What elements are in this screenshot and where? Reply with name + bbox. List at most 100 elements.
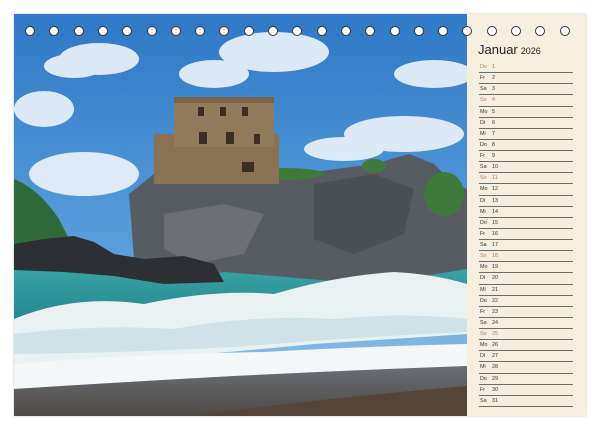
month-name: Januar <box>478 42 518 57</box>
weekday-label: Mi <box>480 364 486 371</box>
day-row: So 11 <box>479 173 573 185</box>
weekday-label: Fr <box>480 386 486 393</box>
day-number: 23 <box>492 308 498 315</box>
day-number: 18 <box>492 253 498 260</box>
binding-ring-icon <box>122 26 133 36</box>
month-year: 2026 <box>520 46 541 56</box>
binding-ring-icon <box>559 26 570 36</box>
weekday-label: So <box>480 331 487 338</box>
day-number: 27 <box>492 353 498 360</box>
month-header: Januar 2026 <box>478 41 582 59</box>
binding-ring-icon <box>170 26 181 36</box>
binding-ring-icon <box>195 26 206 36</box>
binding-ring-icon <box>268 26 278 36</box>
weekday-label: Do <box>480 219 487 226</box>
day-number: 2 <box>492 75 495 82</box>
weekday-label: Di <box>480 275 486 282</box>
weekday-label: Di <box>480 197 486 204</box>
day-number: 12 <box>492 186 498 193</box>
day-number: 17 <box>492 242 498 249</box>
binding-ring-icon <box>535 26 546 36</box>
landscape-illustration <box>14 14 467 416</box>
day-row: Mi 28 <box>479 362 573 374</box>
weekday-label: Mo <box>480 342 488 349</box>
weekday-label: Mi <box>480 208 486 215</box>
weekday-label: Mo <box>480 264 488 271</box>
day-number: 21 <box>492 286 498 293</box>
day-row: Di 13 <box>479 196 573 207</box>
weekday-label: Di <box>480 353 486 360</box>
weekday-label: Fr <box>480 153 486 160</box>
day-row: Do 1 <box>479 62 573 74</box>
day-row: Di 20 <box>479 273 573 285</box>
coastal-tower-photo <box>14 14 467 416</box>
day-row: Mi 21 <box>479 285 573 296</box>
binding-ring-icon <box>243 26 254 36</box>
weekday-label: Sa <box>480 242 487 249</box>
weekday-label: Fr <box>480 308 486 315</box>
binding-ring-icon <box>438 26 449 36</box>
binding-ring-icon <box>219 26 230 36</box>
day-row: So 25 <box>479 329 573 341</box>
day-row: Fr 2 <box>479 73 573 85</box>
weekday-label: Do <box>480 64 487 71</box>
day-number: 28 <box>492 364 498 371</box>
day-number: 15 <box>492 219 498 226</box>
weekday-label: Sa <box>480 164 487 171</box>
binding-ring-icon <box>49 26 60 36</box>
day-row: Mo 12 <box>479 184 573 196</box>
day-number: 25 <box>492 331 498 338</box>
day-row: Fr 23 <box>479 307 573 318</box>
binding-ring-icon <box>486 26 497 36</box>
binding-ring-icon <box>413 26 424 36</box>
day-row: Mo 5 <box>479 107 573 118</box>
binding-ring-icon <box>340 26 351 36</box>
day-row: Mo 19 <box>479 262 573 274</box>
day-number: 19 <box>492 264 498 271</box>
day-row: Do 29 <box>479 374 573 385</box>
day-number: 22 <box>492 297 498 304</box>
weekday-label: Sa <box>480 319 487 326</box>
day-number: 31 <box>492 397 498 404</box>
weekday-label: Fr <box>480 230 486 237</box>
day-number: 13 <box>492 197 498 204</box>
day-number: 9 <box>492 153 495 160</box>
day-row: Do 8 <box>479 140 573 151</box>
day-row: Do 15 <box>479 218 573 229</box>
day-number: 24 <box>492 319 498 326</box>
day-row: Di 6 <box>479 118 573 129</box>
day-number: 26 <box>492 342 498 349</box>
day-row: Sa 24 <box>479 318 573 329</box>
day-row: Mi 14 <box>479 207 573 218</box>
calendar-panel: Januar 2026 Do 1 Fr 2 Sa 3 So 4 Mo 5 Di 6 Mi 7 Do 8 Fr 9 Sa… <box>467 14 586 416</box>
day-number: 7 <box>492 130 495 137</box>
calendar-page: Januar 2026 Do 1 Fr 2 Sa 3 So 4 Mo 5 Di 6 Mi 7 Do 8 Fr 9 Sa… <box>14 14 586 416</box>
binding-rings <box>0 26 600 38</box>
day-row: Mo 26 <box>479 340 573 352</box>
day-number: 5 <box>492 108 495 115</box>
day-number: 30 <box>492 386 498 393</box>
day-number: 4 <box>492 97 495 104</box>
day-row: Fr 16 <box>479 229 573 240</box>
binding-ring-icon <box>511 26 521 36</box>
day-number: 8 <box>492 141 495 148</box>
weekday-label: Do <box>480 375 487 382</box>
day-row: Sa 10 <box>479 162 573 174</box>
weekday-label: So <box>480 175 487 182</box>
day-row: Di 27 <box>479 351 573 363</box>
weekday-label: Sa <box>480 397 487 404</box>
day-row: Fr 9 <box>479 151 573 163</box>
binding-ring-icon <box>389 26 400 36</box>
day-list: Do 1 Fr 2 Sa 3 So 4 Mo 5 Di 6 Mi 7 Do 8 Fr 9 Sa 10 So 11 Mo 12 D… <box>479 62 573 407</box>
weekday-label: Fr <box>480 75 486 82</box>
weekday-label: Do <box>480 297 487 304</box>
weekday-label: So <box>480 253 487 260</box>
day-row: Fr 30 <box>479 385 573 396</box>
weekday-label: Mi <box>480 130 486 137</box>
weekday-label: So <box>480 97 487 104</box>
day-number: 29 <box>492 375 498 382</box>
day-number: 3 <box>492 86 495 93</box>
day-row: Sa 17 <box>479 240 573 252</box>
day-number: 10 <box>492 164 498 171</box>
weekday-label: Do <box>480 141 487 148</box>
